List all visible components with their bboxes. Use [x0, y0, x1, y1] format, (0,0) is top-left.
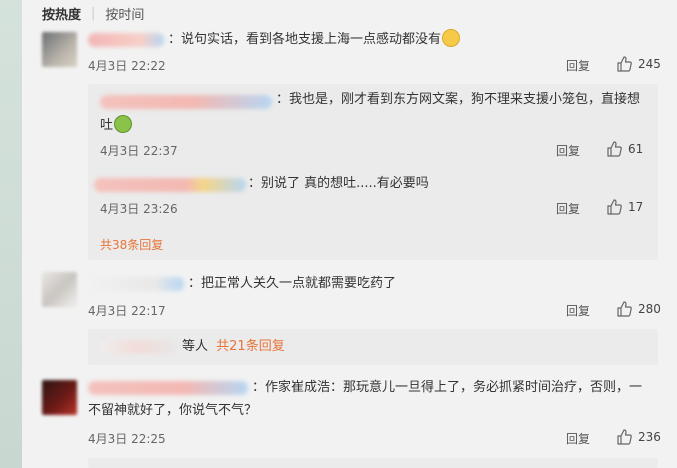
like-button[interactable]: 280 — [616, 301, 661, 317]
thumbs-up-icon — [607, 199, 622, 215]
like-count: 17 — [628, 200, 644, 214]
comment-time: 4月3日 22:25 — [88, 432, 166, 446]
username-blurred[interactable] — [94, 178, 246, 192]
username-blurred[interactable] — [98, 340, 178, 354]
thumbs-up-icon — [617, 429, 632, 445]
replies-box-partial — [88, 458, 658, 468]
thumbs-up-icon — [617, 56, 632, 72]
sort-divider: | — [91, 6, 96, 21]
comment-text: ：作家崔成浩：那玩意儿一旦得上了，务必抓紧时间治疗，否则，一 — [252, 380, 643, 395]
username-blurred[interactable] — [88, 381, 248, 395]
like-button[interactable]: 61 — [606, 141, 643, 157]
comment-text: ：说句实话，看到各地支援上海一点感动都没有 — [168, 28, 461, 52]
username-blurred[interactable] — [88, 277, 184, 291]
like-button[interactable]: 236 — [616, 429, 661, 445]
comment-text: ：把正常人关久一点就都需要吃药了 — [188, 276, 397, 291]
thumbs-up-icon — [617, 301, 632, 317]
reply-button[interactable]: 回复 — [556, 142, 580, 159]
more-replies-link[interactable]: 共38条回复 — [100, 236, 163, 253]
replies-summary-text: 等人 — [182, 339, 209, 354]
sort-bar: 按热度 | 按时间 — [42, 4, 144, 23]
replies-box: ：我也是，刚才看到东方网文案，狗不理来支援小笼包，直接想 吐 4月3日 22:3… — [88, 84, 658, 260]
comment-time: 4月3日 22:22 — [88, 59, 166, 73]
comments-panel: 按热度 | 按时间 ：说句实话，看到各地支援上海一点感动都没有 4月3日 22:… — [22, 0, 677, 468]
reply-button[interactable]: 回复 — [566, 430, 590, 447]
sick-face-icon — [114, 115, 133, 133]
left-background-strip — [0, 0, 22, 468]
sort-by-time[interactable]: 按时间 — [105, 4, 144, 23]
reply-time: 4月3日 23:26 — [100, 202, 178, 216]
reply-text-continued: 吐 — [100, 114, 133, 138]
reply-text: ：别说了 真的想吐.....有必要吗 — [248, 176, 429, 191]
reply-text: ：我也是，刚才看到东方网文案，狗不理来支援小笼包，直接想 — [276, 92, 641, 107]
comment-time: 4月3日 22:17 — [88, 304, 166, 318]
sort-by-hot[interactable]: 按热度 — [42, 4, 81, 23]
avatar[interactable] — [42, 380, 77, 415]
reply-time: 4月3日 22:37 — [100, 144, 178, 158]
like-count: 245 — [638, 57, 661, 71]
like-count: 61 — [628, 142, 644, 156]
username-blurred[interactable] — [100, 95, 272, 109]
comment-text-continued: 不留神就好了，你说气不气？ — [88, 403, 258, 418]
avatar[interactable] — [42, 272, 77, 307]
avatar[interactable] — [42, 32, 77, 67]
username-blurred[interactable] — [88, 33, 164, 47]
like-count: 236 — [638, 430, 661, 444]
reply-button[interactable]: 回复 — [556, 200, 580, 217]
thumbs-up-icon — [607, 141, 622, 157]
more-replies-link[interactable]: 共21条回复 — [216, 339, 285, 354]
replies-summary-box: 等人 共21条回复 — [88, 329, 658, 365]
like-count: 280 — [638, 302, 661, 316]
like-button[interactable]: 245 — [616, 56, 661, 72]
reply-button[interactable]: 回复 — [566, 57, 590, 74]
reply-button[interactable]: 回复 — [566, 302, 590, 319]
like-button[interactable]: 17 — [606, 199, 643, 215]
surprised-face-icon — [442, 29, 461, 47]
replies-summary: 等人 共21条回复 — [182, 335, 285, 359]
